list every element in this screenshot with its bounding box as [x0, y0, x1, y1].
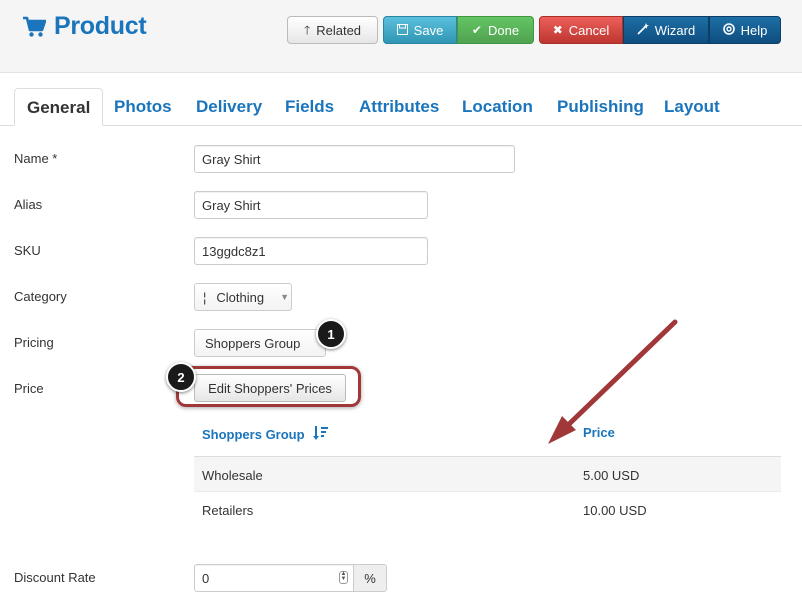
- sku-label: SKU: [14, 243, 41, 258]
- sort-icon: [312, 425, 329, 444]
- sku-input[interactable]: 13ggdc8z1: [194, 237, 428, 265]
- alias-label: Alias: [14, 197, 43, 212]
- table-row: Wholesale 5.00 USD: [194, 456, 781, 491]
- tab-general[interactable]: General: [14, 88, 104, 126]
- callout-1-badge: 1: [316, 319, 346, 349]
- help-label: Help: [740, 22, 768, 38]
- page-title: Product: [22, 12, 147, 41]
- name-input[interactable]: Gray Shirt: [194, 145, 515, 173]
- row-group: Retailers: [202, 503, 254, 518]
- discount-value: 0: [202, 571, 210, 586]
- row-price: 10.00 USD: [583, 503, 647, 518]
- column-header-shoppers-group[interactable]: Shoppers Group: [202, 425, 329, 444]
- pricing-select[interactable]: Shoppers Group: [194, 329, 326, 357]
- related-button[interactable]: 🡑 Related: [287, 16, 378, 44]
- cart-icon: [22, 16, 46, 38]
- table-row: Retailers 10.00 USD: [194, 491, 781, 526]
- discount-label: Discount Rate: [14, 570, 96, 585]
- category-select[interactable]: ¦ Clothing ▼: [194, 283, 292, 311]
- category-prefix: ¦: [203, 289, 207, 305]
- cancel-button[interactable]: ✖ Cancel: [539, 16, 623, 44]
- category-value: Clothing: [216, 289, 265, 305]
- name-label: Name *: [14, 151, 58, 166]
- arrow-up-icon: 🡑: [303, 23, 311, 37]
- save-label: Save: [413, 22, 444, 38]
- toolbar-header: Product 🡑 Related Save ✔ Done ✖ Cancel W…: [0, 0, 802, 73]
- price-label: Price: [14, 381, 44, 396]
- tab-delivery[interactable]: Delivery: [196, 88, 262, 125]
- alias-input[interactable]: Gray Shirt: [194, 191, 428, 219]
- done-button[interactable]: ✔ Done: [457, 16, 534, 44]
- edit-shoppers-prices-button[interactable]: Edit Shoppers' Prices: [194, 374, 346, 402]
- number-spinner-icon[interactable]: ▲ ▼: [339, 571, 348, 584]
- caret-down-icon: ▼: [280, 292, 290, 302]
- save-icon: [396, 23, 408, 37]
- save-button[interactable]: Save: [383, 16, 457, 44]
- column-header-price[interactable]: Price: [583, 425, 615, 440]
- discount-input[interactable]: 0 ▲ ▼: [194, 564, 354, 592]
- wizard-label: Wizard: [654, 22, 696, 38]
- tab-location[interactable]: Location: [462, 88, 533, 125]
- cancel-label: Cancel: [568, 22, 610, 38]
- lifebuoy-icon: [722, 23, 735, 37]
- tab-attributes[interactable]: Attributes: [359, 88, 439, 125]
- pricing-value: Shoppers Group: [205, 335, 301, 351]
- row-group: Wholesale: [202, 468, 263, 483]
- times-icon: ✖: [552, 23, 563, 37]
- category-label: Category: [14, 289, 67, 304]
- help-button[interactable]: Help: [709, 16, 781, 44]
- pricing-label: Pricing: [14, 335, 54, 350]
- tab-bar: General Photos Delivery Fields Attribute…: [0, 88, 802, 126]
- shoppers-group-header-label: Shoppers Group: [202, 427, 305, 442]
- row-price: 5.00 USD: [583, 468, 640, 483]
- tab-photos[interactable]: Photos: [114, 88, 172, 125]
- check-icon: ✔: [471, 23, 482, 37]
- related-label: Related: [316, 22, 362, 38]
- page-title-text: Product: [54, 12, 147, 40]
- wizard-button[interactable]: Wizard: [623, 16, 709, 44]
- tab-publishing[interactable]: Publishing: [557, 88, 644, 125]
- tab-layout[interactable]: Layout: [664, 88, 720, 125]
- percent-addon: %: [353, 564, 387, 592]
- tab-fields[interactable]: Fields: [285, 88, 334, 125]
- wand-icon: [637, 23, 649, 37]
- callout-2-badge: 2: [166, 362, 196, 392]
- done-label: Done: [487, 22, 520, 38]
